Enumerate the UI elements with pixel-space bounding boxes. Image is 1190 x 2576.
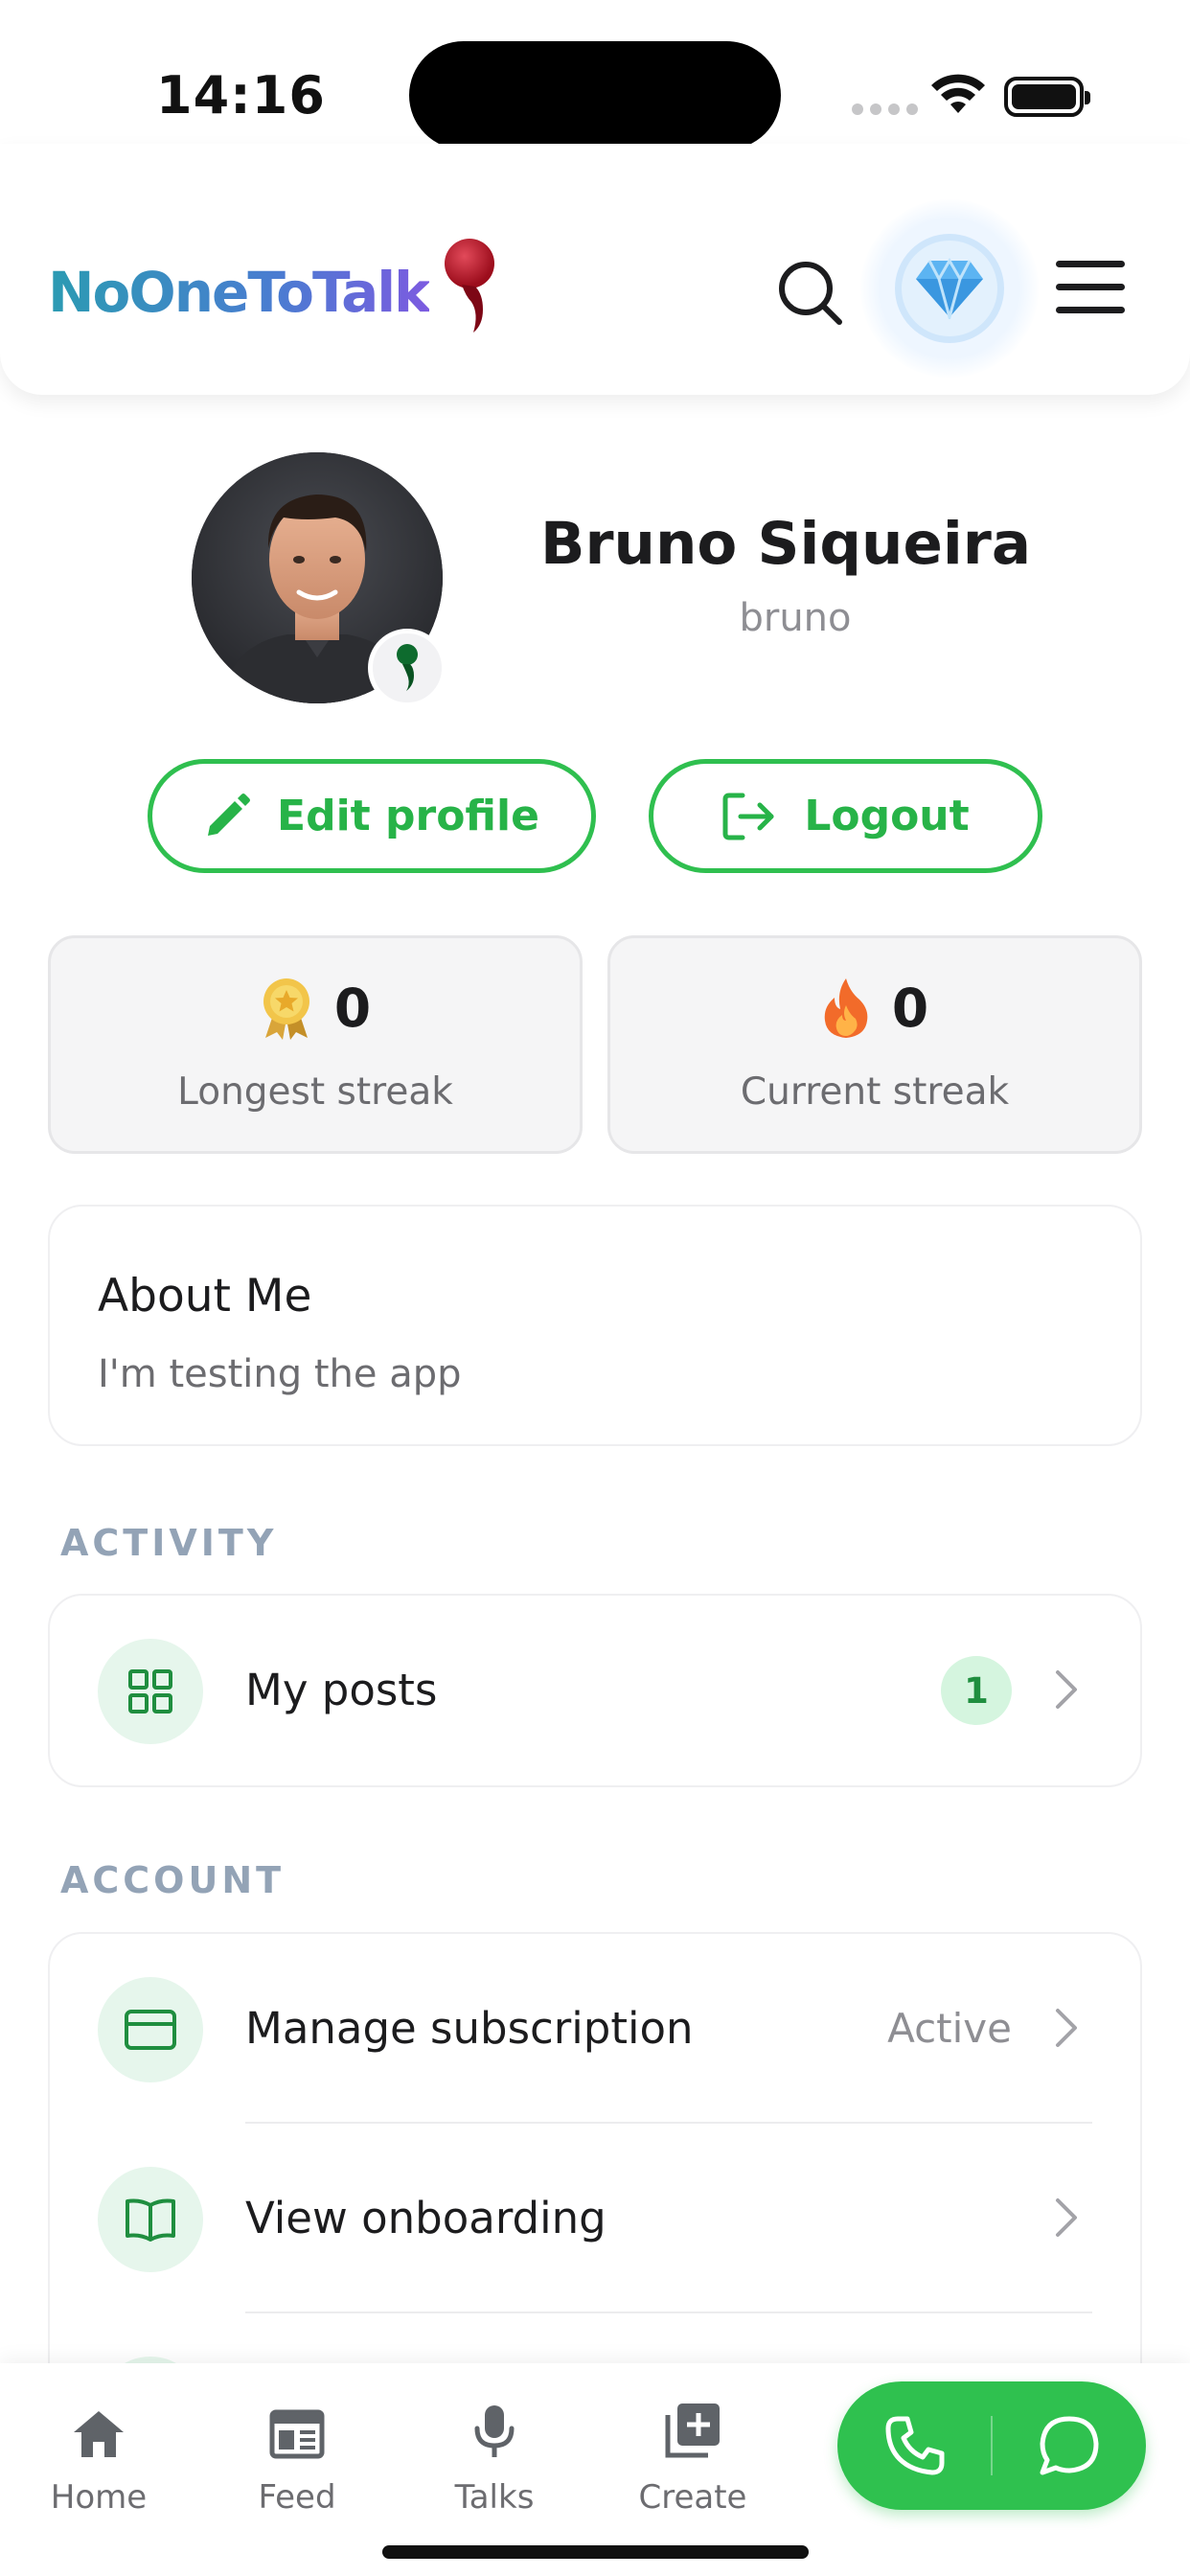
edit-profile-button[interactable]: Edit profile (148, 759, 596, 873)
chevron-right-icon (1056, 2198, 1077, 2237)
diamond-icon (916, 258, 983, 319)
app-header: NoOneToTalk (0, 144, 1190, 395)
subscription-status: Active (887, 2005, 1012, 2052)
posts-count-badge: 1 (941, 1656, 1012, 1725)
tab-home-label: Home (50, 2478, 148, 2517)
tab-create-label: Create (638, 2478, 747, 2517)
longest-streak-card: 0 Longest streak (48, 935, 583, 1154)
logout-icon (722, 793, 774, 840)
chevron-right-icon (1056, 2009, 1077, 2047)
chat-bubble-icon (1040, 2416, 1098, 2475)
edit-profile-label: Edit profile (277, 792, 539, 840)
about-me-card: About Me I'm testing the app (48, 1205, 1142, 1446)
tab-create[interactable]: Create (611, 2390, 774, 2517)
status-time: 14:16 (156, 65, 326, 126)
tab-talks-label: Talks (454, 2478, 535, 2517)
fire-icon (824, 978, 868, 1038)
call-chat-pill (837, 2381, 1146, 2510)
app-logo[interactable]: NoOneToTalk (48, 239, 502, 345)
tab-feed[interactable]: Feed (216, 2390, 378, 2517)
book-icon (98, 2167, 203, 2272)
chevron-right-icon (1056, 1670, 1077, 1709)
account-section-title: ACCOUNT (60, 1859, 286, 1901)
medal-icon (263, 978, 309, 1040)
activity-section-title: ACTIVITY (60, 1522, 278, 1564)
premium-button[interactable] (860, 199, 1039, 378)
tab-feed-label: Feed (258, 2478, 336, 2517)
pencil-icon (208, 793, 251, 836)
phone-icon (885, 2416, 944, 2475)
my-posts-label: My posts (245, 1665, 438, 1715)
dynamic-island (409, 41, 781, 150)
wifi-icon (931, 74, 985, 113)
current-streak-value: 0 (891, 978, 929, 1039)
logout-button[interactable]: Logout (649, 759, 1042, 873)
view-onboarding-label: View onboarding (245, 2193, 606, 2243)
current-streak-label: Current streak (740, 1070, 1010, 1114)
hamburger-menu-icon[interactable] (1056, 261, 1125, 316)
view-onboarding-row[interactable]: View onboarding (50, 2124, 1140, 2313)
newspaper-icon (269, 2409, 325, 2459)
longest-streak-label: Longest streak (177, 1070, 453, 1114)
manage-subscription-row[interactable]: Manage subscription Active (50, 1934, 1140, 2124)
profile-screen: 14:16 NoOneToTalk Bruno Siqueira bruno E… (0, 0, 1190, 2576)
account-list: Manage subscription Active View onboardi… (48, 1932, 1142, 2430)
logo-mark-icon (397, 644, 418, 691)
about-me-text: I'm testing the app (98, 1352, 462, 1396)
cellular-signal-icon (852, 104, 918, 115)
my-posts-row[interactable]: My posts 1 (50, 1596, 1140, 1785)
about-me-title: About Me (98, 1270, 312, 1322)
grid-icon (98, 1639, 203, 1744)
home-icon (74, 2411, 124, 2457)
profile-username: bruno (739, 596, 852, 640)
home-indicator[interactable] (382, 2545, 809, 2559)
add-box-icon (665, 2404, 720, 2458)
tab-home[interactable]: Home (17, 2390, 180, 2517)
phone-button[interactable] (837, 2381, 992, 2510)
profile-name: Bruno Siqueira (539, 510, 1032, 578)
activity-list: My posts 1 (48, 1594, 1142, 1787)
logo-mark-icon (444, 239, 494, 333)
logout-label: Logout (804, 792, 970, 840)
logo-text: NoOneToTalk (48, 260, 431, 325)
chat-button[interactable] (992, 2381, 1146, 2510)
status-badge (368, 629, 446, 707)
longest-streak-value: 0 (333, 978, 372, 1039)
current-streak-card: 0 Current streak (607, 935, 1142, 1154)
microphone-icon (474, 2405, 515, 2457)
battery-icon (1004, 77, 1090, 117)
tab-talks[interactable]: Talks (413, 2390, 576, 2517)
search-icon[interactable] (774, 257, 847, 330)
manage-subscription-label: Manage subscription (245, 2003, 694, 2054)
credit-card-icon (98, 1977, 203, 2082)
